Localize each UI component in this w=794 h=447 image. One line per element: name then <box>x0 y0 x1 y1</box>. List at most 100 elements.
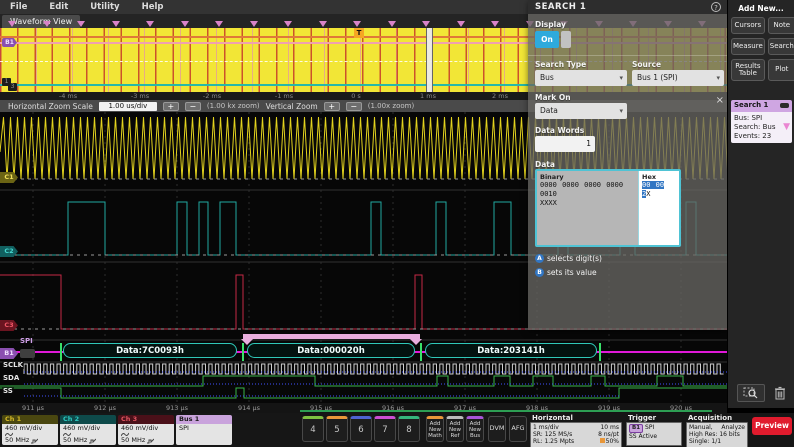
add-results-table-button[interactable]: Results Table <box>731 59 765 81</box>
hex-pattern-area[interactable]: Hex 00 00 2X <box>638 171 679 245</box>
time-axis-label: 911 μs <box>22 404 44 412</box>
binary-pattern-area[interactable]: Binary 0000 0000 0000 0000 0010 XXXX <box>537 171 638 245</box>
search-mark-icon: ▼ <box>783 122 790 132</box>
channel4-button[interactable]: 4 <box>302 416 324 442</box>
dvm-button[interactable]: DVM <box>488 416 506 442</box>
zoom-select-icon <box>743 387 759 399</box>
v-zoom-increase-button[interactable]: + <box>324 102 340 111</box>
search-event-mark-icon <box>284 21 292 27</box>
bus-decode-packet: Data:000020h <box>247 343 415 358</box>
bus1-handle[interactable] <box>20 349 35 358</box>
toggle-on-state: On <box>535 31 559 48</box>
chevron-down-icon: ▾ <box>619 103 623 119</box>
search-event-mark-icon <box>181 21 189 27</box>
add-cursors-button[interactable]: Cursors <box>731 17 765 34</box>
search1-type-line: Search: Bus <box>734 123 789 132</box>
overview-time-label: 1 ms <box>420 92 436 100</box>
menu-utility[interactable]: Utility <box>90 2 119 12</box>
hex-label: Hex <box>642 173 676 181</box>
menu-edit[interactable]: Edit <box>49 2 68 12</box>
mark-on-dropdown[interactable]: Data ▾ <box>535 103 627 119</box>
ch2-settings-badge[interactable]: Ch 2 460 mV/div 50 MHz <box>60 415 116 445</box>
knob-b-icon: B <box>535 268 544 277</box>
zoom-window-handle[interactable] <box>426 28 433 92</box>
source-label: Source <box>632 60 661 69</box>
search-type-dropdown[interactable]: Bus ▾ <box>535 70 627 86</box>
horizontal-scale: 1 ms/div <box>533 424 559 431</box>
source-dropdown[interactable]: Bus 1 (SPI) ▾ <box>632 70 724 86</box>
search-event-mark-icon <box>112 21 120 27</box>
bandwidth-icon <box>89 438 96 444</box>
search-type-label: Search Type <box>535 60 586 69</box>
horizontal-zoom-scale-value[interactable]: 1.00 us/div <box>99 102 157 111</box>
position-icon <box>600 438 605 443</box>
record-length: RL: 1.25 Mpts <box>533 438 574 445</box>
overview-time-label: 2 ms <box>492 92 508 100</box>
bus1-settings-badge[interactable]: Bus 1 SPI <box>176 415 232 445</box>
horizontal-position: 50% <box>606 438 619 445</box>
settings-bar: Ch 1 460 mV/div 50 MHz Ch 2 460 mV/div 5… <box>0 413 794 447</box>
search1-card-body: Bus: SPI Search: Bus Events: 23 ▼ <box>731 112 792 143</box>
add-plot-button[interactable]: Plot <box>768 59 794 81</box>
search-config-panel: SEARCH 1 ? × Display On Search Type Bus … <box>528 0 727 330</box>
knob-b-hint-text: sets its value <box>547 268 597 277</box>
channel5-button[interactable]: 5 <box>326 416 348 442</box>
ch1-settings-badge[interactable]: Ch 1 460 mV/div 50 MHz <box>2 415 58 445</box>
display-toggle[interactable]: On <box>535 31 571 48</box>
acquisition-section[interactable]: Acquisition Manual,Analyze High Res: 16 … <box>686 414 748 447</box>
trigger-section[interactable]: Trigger B1SPI SS Active <box>626 414 682 446</box>
preview-button[interactable]: Preview <box>752 417 792 435</box>
horizontal-section[interactable]: Horizontal 1 ms/div10 ms SR: 125 MS/s8 n… <box>530 414 622 447</box>
ch3-bandwidth: 50 MHz <box>121 437 145 444</box>
h-zoom-increase-button[interactable]: + <box>163 102 179 111</box>
acquisition-resolution: High Res: 16 bits <box>689 431 745 438</box>
zoom-mode-button[interactable] <box>737 384 765 402</box>
channel7-button[interactable]: 7 <box>374 416 396 442</box>
knob-a-icon: A <box>535 254 544 263</box>
search1-bus-line: Bus: SPI <box>734 114 789 123</box>
search-event-mark-icon <box>146 21 154 27</box>
channel6-button[interactable]: 6 <box>350 416 372 442</box>
ch3-scale: 460 mV/div <box>121 425 174 432</box>
display-label: Display <box>535 20 566 29</box>
search-event-mark-icon <box>215 21 223 27</box>
vertical-zoom-label: Vertical Zoom <box>266 102 318 111</box>
add-note-button[interactable]: Note <box>768 17 794 34</box>
trigger-status: SS Active <box>629 433 679 440</box>
ch2-name: Ch 2 <box>60 415 116 424</box>
help-icon[interactable]: ? <box>711 2 721 12</box>
ch3-settings-badge[interactable]: Ch 3 460 mV/div 50 MHz <box>118 415 174 445</box>
search-panel-titlebar[interactable]: SEARCH 1 ? <box>528 0 727 14</box>
digital-sda-label: SDA <box>2 374 20 382</box>
search-event-mark-icon <box>457 21 465 27</box>
close-icon[interactable]: × <box>716 96 724 106</box>
add-measure-button[interactable]: Measure <box>731 38 765 55</box>
menu-help[interactable]: Help <box>142 2 164 12</box>
knob-a-hint-text: selects digit(s) <box>547 254 602 263</box>
search1-card-header: Search 1 <box>731 100 792 112</box>
data-words-input[interactable]: 1 <box>535 136 595 152</box>
ch1-scale: 460 mV/div <box>5 425 58 432</box>
add-search-button[interactable]: Search <box>768 38 794 55</box>
time-axis-label: 914 μs <box>238 404 260 412</box>
overview-time-label: -3 ms <box>131 92 149 100</box>
add-new-buttons: Cursors Note Measure Search Results Tabl… <box>731 17 792 81</box>
h-zoom-decrease-button[interactable]: − <box>185 102 201 111</box>
add-new-ref-button[interactable]: Add New Ref <box>446 416 464 442</box>
menu-file[interactable]: File <box>10 2 27 12</box>
acquisition-mode: Manual, <box>689 424 713 431</box>
channel8-button[interactable]: 8 <box>398 416 420 442</box>
data-pattern-editor[interactable]: Binary 0000 0000 0000 0000 0010 XXXX Hex… <box>535 169 681 247</box>
v-zoom-decrease-button[interactable]: − <box>346 102 362 111</box>
search1-card-toggle-icon[interactable] <box>780 103 789 108</box>
trash-icon[interactable] <box>774 386 786 400</box>
add-new-bus-button[interactable]: Add New Bus <box>466 416 484 442</box>
bandwidth-icon <box>147 438 154 444</box>
search1-result-card[interactable]: Search 1 Bus: SPI Search: Bus Events: 23… <box>731 100 792 143</box>
hex-rest: X <box>646 190 650 198</box>
data-label: Data <box>535 160 555 169</box>
afg-button[interactable]: AFG <box>509 416 527 442</box>
trigger-position-marker[interactable]: T <box>354 28 364 38</box>
add-new-math-button[interactable]: Add New Math <box>426 416 444 442</box>
search-event-mark-icon <box>353 21 361 27</box>
